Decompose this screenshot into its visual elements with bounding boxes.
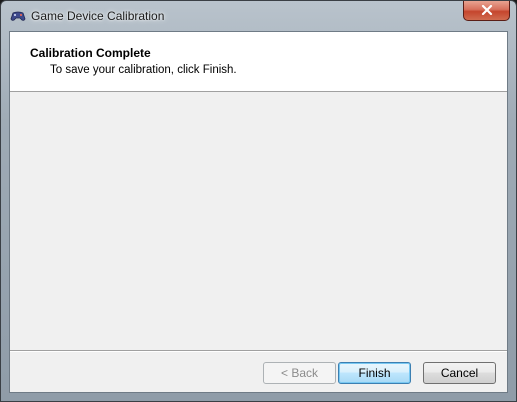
back-button[interactable]: < Back: [263, 362, 336, 384]
cancel-button[interactable]: Cancel: [423, 362, 496, 384]
dialog-client-area: Calibration Complete To save your calibr…: [9, 31, 508, 393]
title-bar[interactable]: Game Device Calibration: [1, 1, 516, 31]
close-icon: [481, 2, 493, 20]
button-separator: [10, 350, 507, 352]
wizard-header: Calibration Complete To save your calibr…: [10, 32, 507, 92]
close-button[interactable]: [463, 1, 510, 21]
page-subtitle: To save your calibration, click Finish.: [50, 64, 237, 76]
page-title: Calibration Complete: [30, 46, 151, 60]
gamepad-icon: [10, 9, 26, 23]
window-title: Game Device Calibration: [31, 9, 165, 23]
finish-button[interactable]: Finish: [338, 362, 411, 384]
calibration-window: Game Device Calibration Calibration Comp…: [0, 0, 517, 402]
